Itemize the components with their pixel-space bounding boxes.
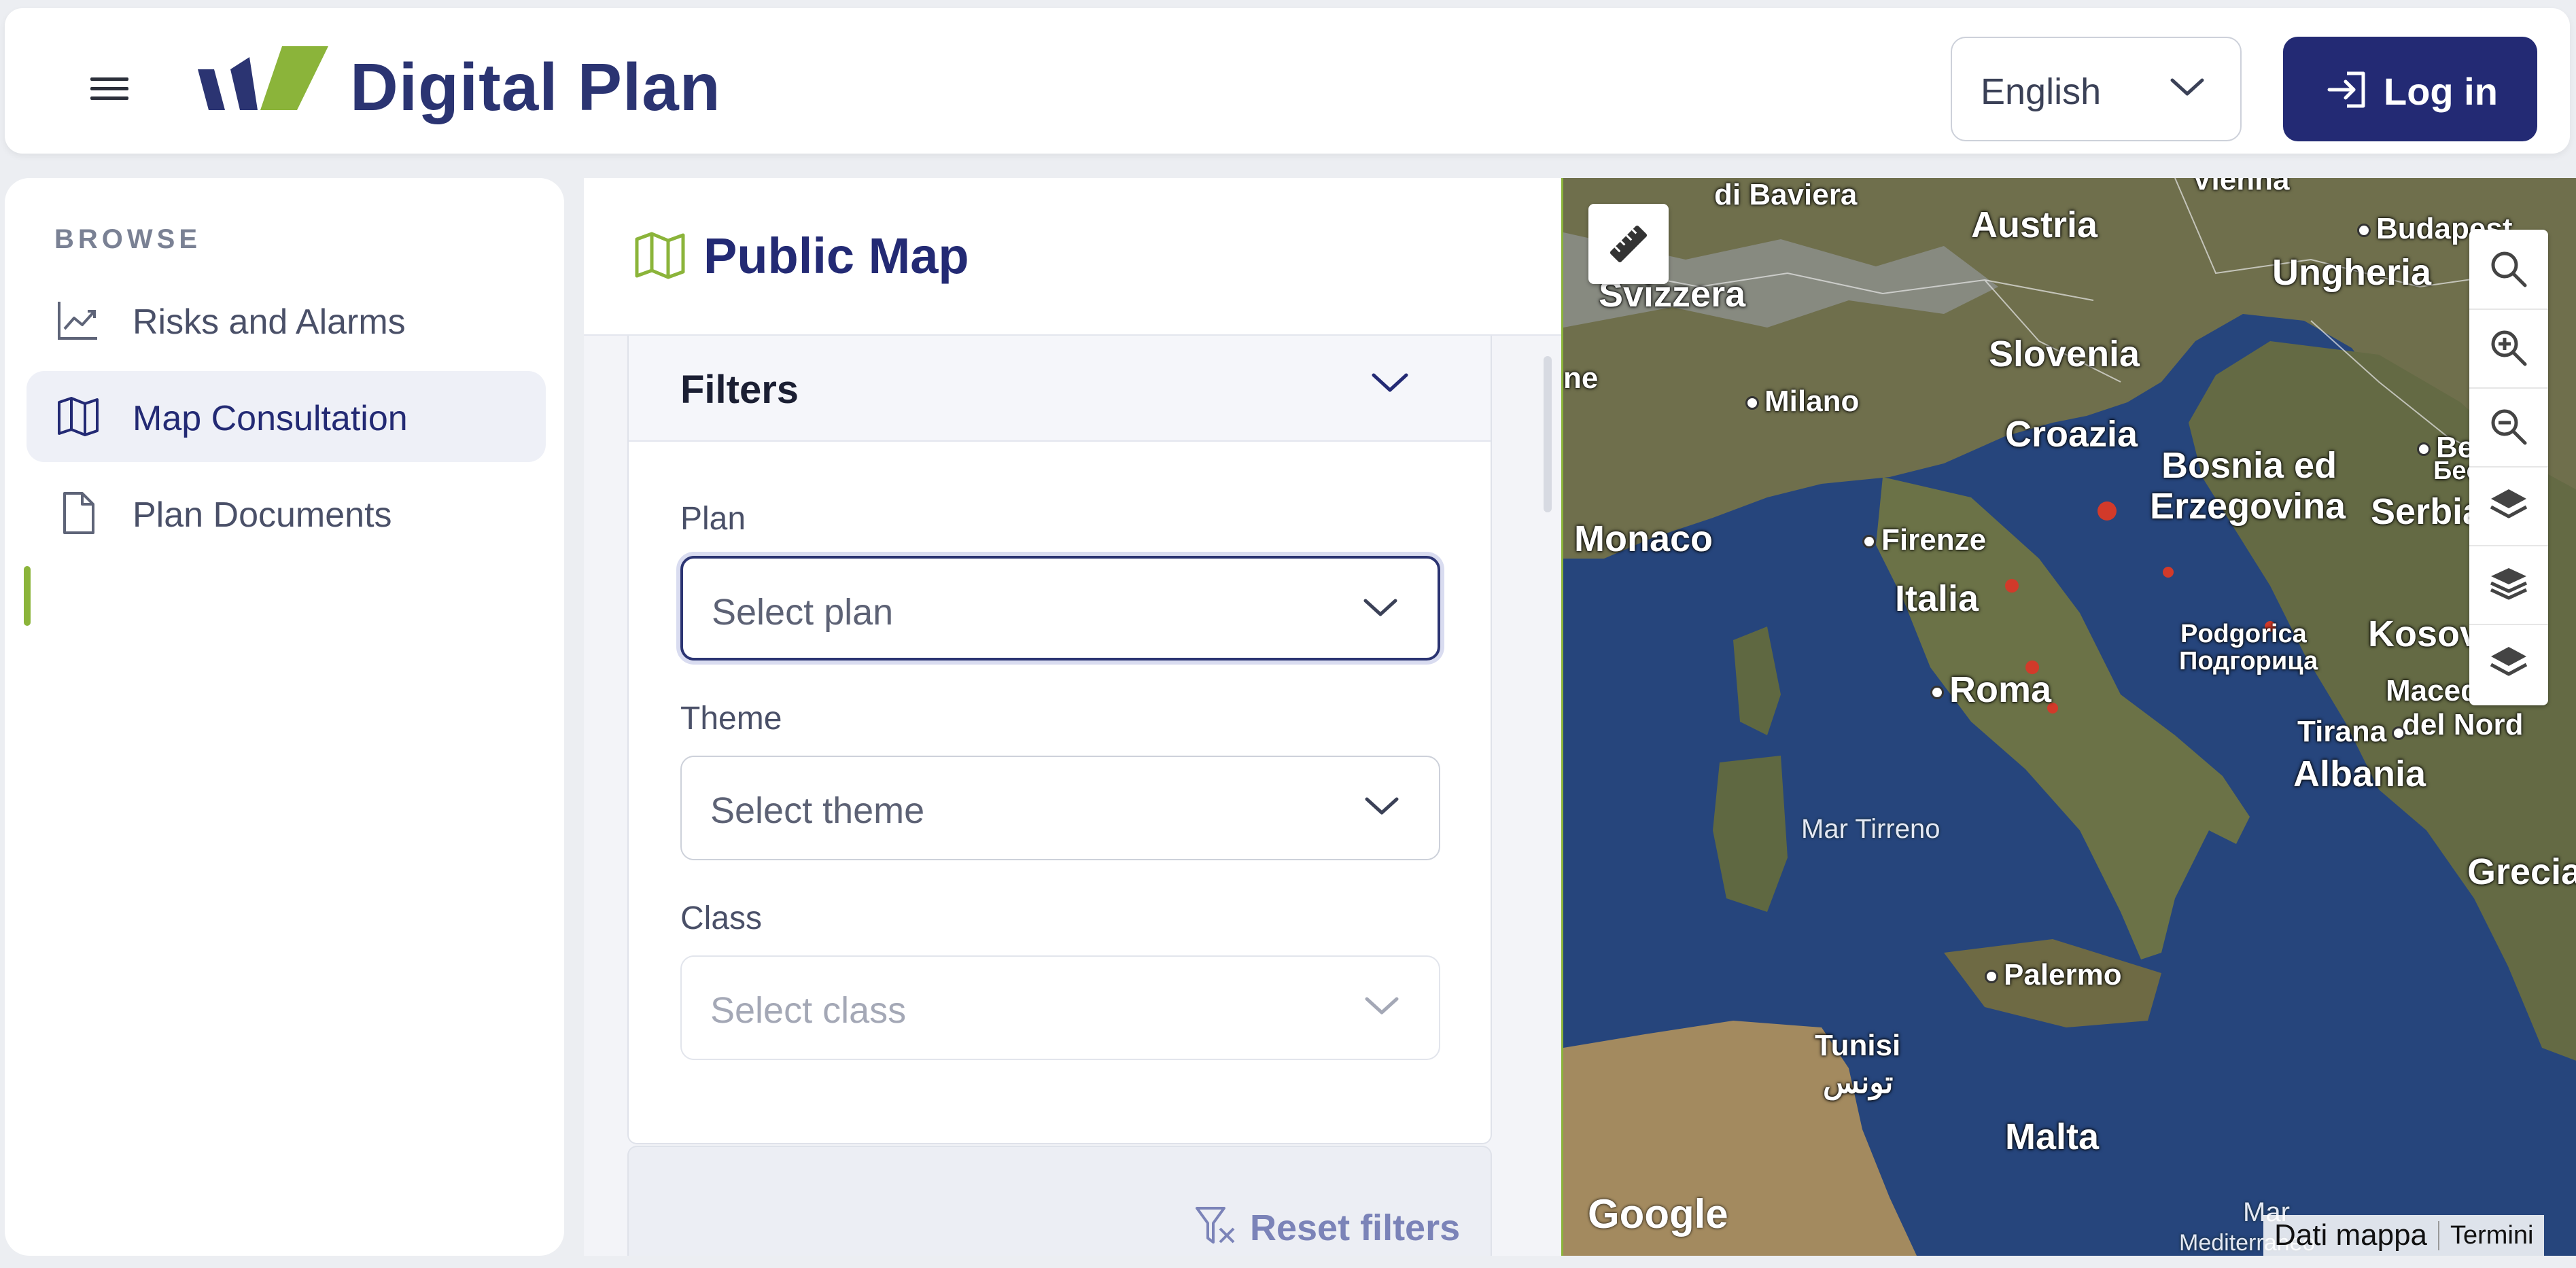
- hamburger-menu-icon[interactable]: [84, 68, 135, 109]
- map-label-baviera: di Baviera: [1714, 178, 1858, 211]
- map-label-monaco: Monaco: [1574, 518, 1713, 559]
- map-label-malta: Malta: [2005, 1116, 2100, 1157]
- login-button[interactable]: Log in: [2283, 37, 2537, 141]
- zoom-out-button[interactable]: [2469, 387, 2548, 468]
- map-label-podgorica: Podgorica: [2180, 620, 2307, 648]
- chevron-down-icon: [1363, 792, 1401, 820]
- google-logo: Google: [1588, 1191, 1728, 1237]
- filters-toggle[interactable]: Filters: [629, 336, 1491, 442]
- map-icon: [634, 231, 686, 280]
- map-label-ne: ne: [1563, 362, 1599, 395]
- panel-header: Public Map: [584, 178, 1561, 336]
- map-label-mar-tirreno: Mar Tirreno: [1801, 814, 1940, 844]
- brand-name: Digital Plan: [350, 50, 721, 124]
- map-label-slovenia: Slovenia: [1989, 334, 2140, 374]
- map-data-link[interactable]: Dati mappa: [2263, 1218, 2438, 1252]
- sidebar-section-label: BROWSE: [54, 224, 201, 254]
- theme-placeholder: Select theme: [710, 790, 925, 831]
- map-label-bosnia-2: Erzegovina: [2150, 486, 2346, 527]
- map-label-milano: Milano: [1745, 385, 1859, 419]
- sidebar-item-map-consultation[interactable]: Map Consultation: [27, 371, 546, 462]
- map-label-palermo: Palermo: [1985, 958, 2122, 992]
- sidebar: BROWSE Risks and Alarms Map Consultation…: [5, 178, 564, 1256]
- map-icon: [56, 395, 100, 438]
- filters-title: Filters: [680, 368, 799, 412]
- map-label-tunisi: Tunisi: [1815, 1029, 1901, 1062]
- map-label-ungheria: Ungheria: [2272, 252, 2432, 293]
- class-placeholder: Select class: [710, 990, 907, 1031]
- class-select[interactable]: Select class: [680, 955, 1440, 1060]
- layers-button-2[interactable]: [2469, 545, 2548, 625]
- login-icon: [2327, 69, 2370, 110]
- map-label-italia: Italia: [1895, 578, 1979, 619]
- filter-panel: Public Map Filters Plan Select plan Them…: [584, 178, 1561, 1256]
- sidebar-item-label: Risks and Alarms: [133, 302, 406, 342]
- chevron-down-icon: [2168, 73, 2206, 101]
- map-label-grecia: Grecia: [2467, 851, 2576, 892]
- chevron-down-icon: [1363, 992, 1401, 1019]
- map-label-serbia: Serbia: [2371, 491, 2484, 532]
- language-select[interactable]: English: [1951, 37, 2242, 141]
- map-search-button[interactable]: [2469, 230, 2548, 310]
- layers-button-3[interactable]: [2469, 624, 2548, 703]
- map-label-roma: Roma: [1930, 669, 2051, 711]
- map-label-bosnia-1: Bosnia ed: [2161, 445, 2337, 486]
- theme-label: Theme: [680, 701, 782, 737]
- sidebar-item-risks-and-alarms[interactable]: Risks and Alarms: [27, 275, 546, 366]
- login-label: Log in: [2384, 70, 2498, 113]
- map-label-tirana: Tirana: [2297, 715, 2411, 749]
- document-icon: [56, 492, 100, 534]
- measure-ruler-button[interactable]: [1588, 204, 1669, 284]
- reset-filters-label: Reset filters: [1250, 1208, 1461, 1248]
- plan-select[interactable]: Select plan: [680, 556, 1440, 661]
- filter-reset-icon: [1194, 1204, 1238, 1248]
- theme-select[interactable]: Select theme: [680, 756, 1440, 860]
- plan-label: Plan: [680, 501, 746, 537]
- terms-link[interactable]: Termini: [2438, 1220, 2544, 1250]
- page-title: Public Map: [703, 228, 969, 284]
- layers-button-1[interactable]: [2469, 466, 2548, 546]
- map-label-tunisi-ar: تونس: [1823, 1066, 1894, 1099]
- active-indicator: [24, 566, 31, 626]
- map-label-croazia: Croazia: [2005, 414, 2138, 455]
- sidebar-item-label: Plan Documents: [133, 495, 392, 535]
- map-attribution: Dati mappa Termini: [2263, 1215, 2545, 1256]
- reset-filters-button[interactable]: Reset filters: [1194, 1201, 1466, 1256]
- top-header: Digital Plan English Log in: [5, 8, 2570, 154]
- plan-placeholder: Select plan: [712, 592, 894, 633]
- map-toolbar: [2469, 230, 2548, 705]
- panel-scrollbar[interactable]: [1544, 356, 1552, 512]
- zoom-in-button[interactable]: [2469, 309, 2548, 389]
- chart-line-icon: [56, 299, 100, 341]
- map-label-vienna: Vienna: [2192, 178, 2290, 196]
- sidebar-item-label: Map Consultation: [133, 399, 408, 438]
- sidebar-item-plan-documents[interactable]: Plan Documents: [27, 468, 546, 559]
- chevron-down-icon: [1361, 594, 1399, 621]
- map-label-podgorica-cyr: Подгорица: [2179, 647, 2318, 675]
- filters-footer: Reset filters: [627, 1146, 1492, 1256]
- map-label-firenze: Firenze: [1862, 523, 1986, 557]
- language-value: English: [1981, 71, 2102, 112]
- class-label: Class: [680, 900, 763, 936]
- map-label-macedonia-2: del Nord: [2402, 708, 2524, 741]
- map-view[interactable]: Vienna di Baviera Austria Budapest Unghe…: [1561, 178, 2576, 1256]
- map-label-albania: Albania: [2293, 754, 2426, 794]
- brand-logo-icon: [195, 42, 331, 117]
- map-label-austria: Austria: [1971, 205, 2098, 245]
- chevron-down-icon: [1370, 367, 1410, 397]
- filters-card: Filters Plan Select plan Theme Select th…: [627, 336, 1492, 1144]
